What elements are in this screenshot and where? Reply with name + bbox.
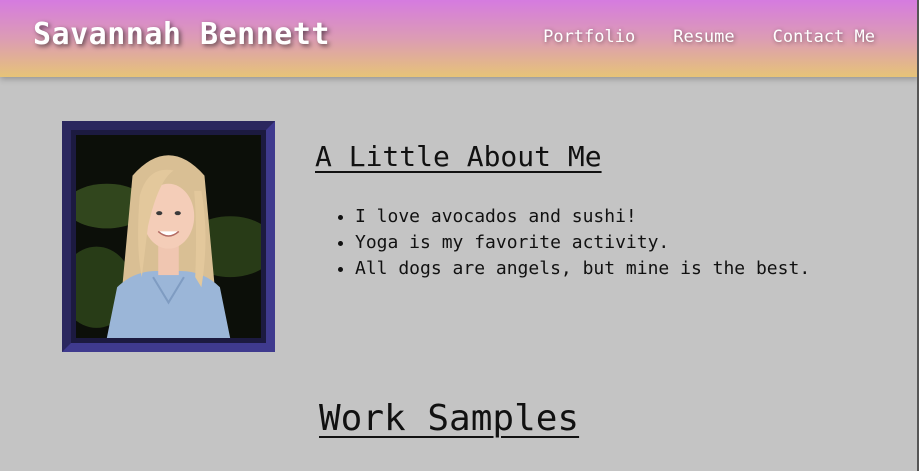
work-samples-heading: Work Samples <box>319 398 580 439</box>
profile-photo-illustration <box>76 135 261 338</box>
about-list: I love avocados and sushi! Yoga is my fa… <box>355 204 810 282</box>
profile-photo <box>76 135 261 338</box>
about-list-item: Yoga is my favorite activity. <box>355 230 810 256</box>
nav-link-resume[interactable]: Resume <box>673 27 734 47</box>
main-nav: Portfolio Resume Contact Me <box>543 27 875 47</box>
about-list-item: All dogs are angels, but mine is the bes… <box>355 256 810 282</box>
nav-link-contact[interactable]: Contact Me <box>773 27 875 47</box>
site-header: Savannah Bennett Portfolio Resume Contac… <box>0 0 919 77</box>
profile-photo-frame <box>62 121 275 352</box>
about-list-item: I love avocados and sushi! <box>355 204 810 230</box>
site-title: Savannah Bennett <box>33 17 330 52</box>
nav-link-portfolio[interactable]: Portfolio <box>543 27 635 47</box>
about-heading: A Little About Me <box>315 140 602 173</box>
